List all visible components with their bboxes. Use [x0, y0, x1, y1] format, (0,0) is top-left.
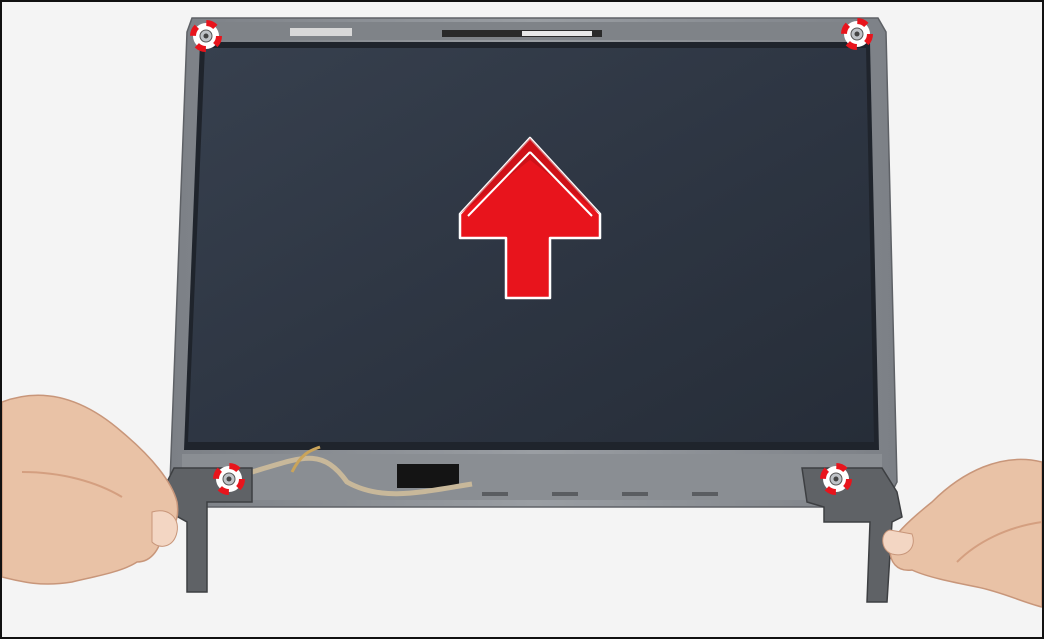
screw-marker-icon [844, 21, 870, 47]
right-thumbnail [882, 529, 914, 556]
screw-marker-icon [193, 23, 219, 49]
photo-frame [0, 0, 1044, 639]
laptop-lcd-removal-illustration [2, 2, 1042, 637]
left-thumbnail [151, 510, 178, 547]
screw-marker-icon [216, 466, 242, 492]
webcam-label [522, 31, 592, 36]
screw-marker-icon [823, 466, 849, 492]
lvds-tape [397, 464, 459, 488]
webcam-cable [290, 28, 352, 36]
